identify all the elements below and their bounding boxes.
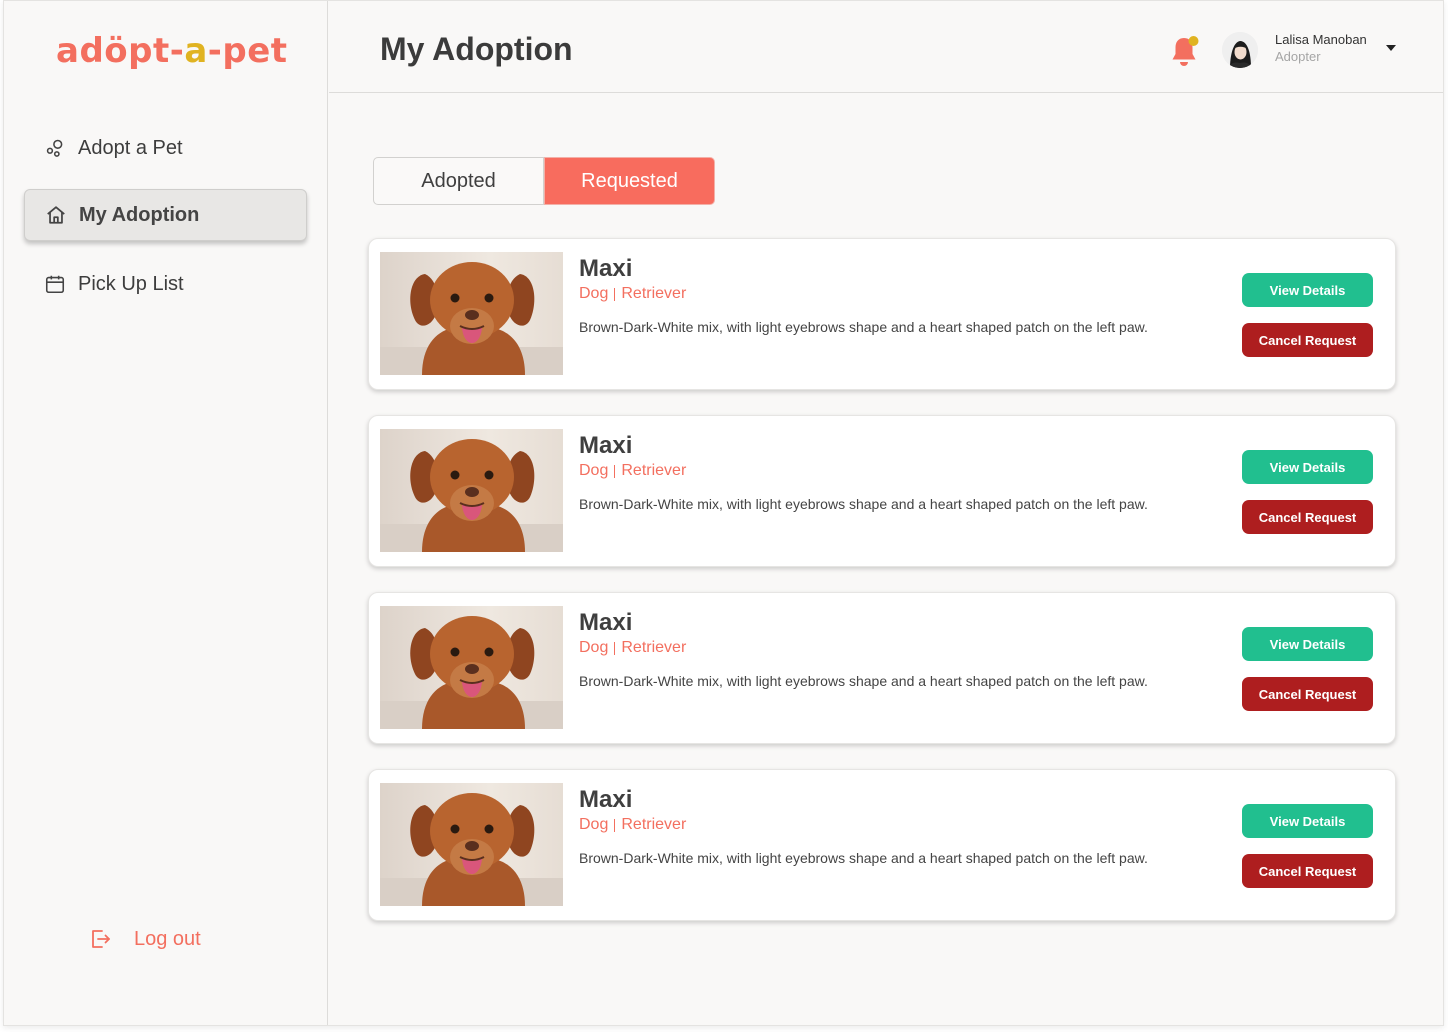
divider	[614, 287, 616, 301]
pet-meta: Dog Retriever	[579, 816, 686, 834]
user-name: Lalisa Manoban	[1275, 32, 1367, 47]
logo-text-accent: a	[184, 31, 208, 71]
pet-description: Brown-Dark-White mix, with light eyebrow…	[579, 319, 1148, 335]
pet-photo[interactable]	[380, 252, 563, 375]
avatar[interactable]	[1222, 32, 1258, 68]
pet-type: Dog	[579, 816, 609, 833]
pet-description: Brown-Dark-White mix, with light eyebrow…	[579, 850, 1148, 866]
tab-adopted[interactable]: Adopted	[373, 157, 544, 205]
pet-breed: Retriever	[621, 816, 687, 833]
pet-name: Maxi	[579, 255, 633, 282]
pet-meta: Dog Retriever	[579, 462, 686, 480]
pet-meta: Dog Retriever	[579, 285, 686, 303]
app-window: adöpt-a-pet Adopt a Pet My Adoption Pick…	[3, 0, 1444, 1026]
calendar-icon	[45, 275, 65, 294]
sidebar: adöpt-a-pet Adopt a Pet My Adoption Pick…	[4, 1, 328, 1025]
view-details-button[interactable]: View Details	[1242, 804, 1373, 838]
divider	[614, 641, 616, 655]
tab-group: Adopted Requested	[373, 157, 715, 205]
logo-text: pt-	[128, 31, 185, 71]
pet-name: Maxi	[579, 609, 633, 636]
logo-paw: ö	[104, 31, 129, 71]
logout-icon	[92, 930, 110, 948]
pet-breed: Retriever	[621, 462, 687, 479]
tab-requested[interactable]: Requested	[544, 157, 715, 205]
view-details-button[interactable]: View Details	[1242, 627, 1373, 661]
bubbles-icon	[46, 139, 63, 157]
logo[interactable]: adöpt-a-pet	[56, 31, 288, 71]
pet-type: Dog	[579, 285, 609, 302]
page-title: My Adoption	[380, 31, 573, 67]
logout-label: Log out	[134, 927, 201, 950]
logo-text: -pet	[207, 31, 288, 71]
pet-photo[interactable]	[380, 783, 563, 906]
logout-button[interactable]: Log out	[88, 919, 201, 959]
sidebar-item-pick-up-list[interactable]: Pick Up List	[24, 258, 307, 310]
sidebar-item-label: My Adoption	[79, 203, 200, 226]
cancel-request-button[interactable]: Cancel Request	[1242, 854, 1373, 888]
cancel-request-button[interactable]: Cancel Request	[1242, 677, 1373, 711]
view-details-button[interactable]: View Details	[1242, 450, 1373, 484]
pet-card: Maxi Dog Retriever Brown-Dark-White mix,…	[368, 769, 1396, 921]
pet-photo[interactable]	[380, 429, 563, 552]
pet-name: Maxi	[579, 786, 633, 813]
pet-photo[interactable]	[380, 606, 563, 729]
pet-meta: Dog Retriever	[579, 639, 686, 657]
logo-text: ad	[56, 31, 105, 71]
pet-breed: Retriever	[621, 285, 687, 302]
pet-breed: Retriever	[621, 639, 687, 656]
bell-icon[interactable]	[1169, 33, 1201, 69]
user-role: Adopter	[1275, 49, 1321, 64]
user-photo	[1222, 32, 1258, 68]
pet-name: Maxi	[579, 432, 633, 459]
view-details-button[interactable]: View Details	[1242, 273, 1373, 307]
header: My Adoption Lalisa Manoban Adopter	[329, 1, 1443, 93]
home-icon	[47, 206, 65, 224]
pet-type: Dog	[579, 639, 609, 656]
pet-description: Brown-Dark-White mix, with light eyebrow…	[579, 673, 1148, 689]
chevron-down-icon[interactable]	[1385, 43, 1397, 53]
sidebar-item-my-adoption[interactable]: My Adoption	[24, 189, 307, 241]
pet-card: Maxi Dog Retriever Brown-Dark-White mix,…	[368, 592, 1396, 744]
pet-card: Maxi Dog Retriever Brown-Dark-White mix,…	[368, 415, 1396, 567]
pet-description: Brown-Dark-White mix, with light eyebrow…	[579, 496, 1148, 512]
sidebar-item-label: Pick Up List	[78, 272, 184, 295]
pet-type: Dog	[579, 462, 609, 479]
sidebar-item-adopt-a-pet[interactable]: Adopt a Pet	[24, 122, 307, 174]
pet-card: Maxi Dog Retriever Brown-Dark-White mix,…	[368, 238, 1396, 390]
divider	[614, 464, 616, 478]
divider	[614, 818, 616, 832]
sidebar-item-label: Adopt a Pet	[78, 136, 183, 159]
cancel-request-button[interactable]: Cancel Request	[1242, 323, 1373, 357]
cancel-request-button[interactable]: Cancel Request	[1242, 500, 1373, 534]
